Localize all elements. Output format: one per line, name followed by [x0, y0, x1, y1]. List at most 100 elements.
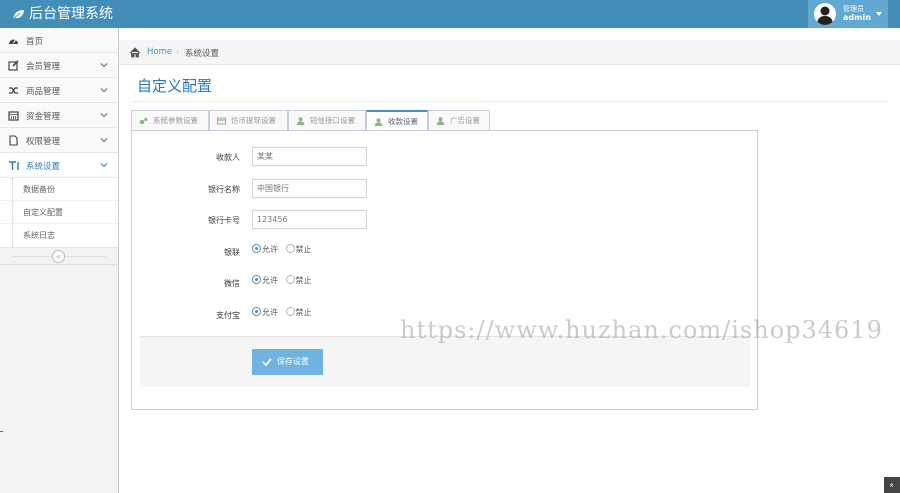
sidebar-item-label: 系统设置	[26, 162, 61, 172]
cogs-icon	[139, 117, 148, 125]
sidebar-item-settings[interactable]: 系统设置	[0, 153, 118, 178]
submenu-item-system-log[interactable]: 系统日志	[0, 224, 118, 247]
radio-dot	[285, 244, 295, 253]
chevron-down-icon	[100, 113, 108, 118]
radio-dot	[285, 275, 295, 284]
breadcrumb: Home › 系统设置	[119, 40, 900, 65]
sidebar-item-label: 资金管理	[26, 112, 61, 122]
leaf-icon	[12, 9, 24, 19]
payment-settings-form: 收款人 银行名称 银行卡号 银联 允许 禁止 微信 允许 禁止 支付宝 允许 禁…	[131, 130, 758, 410]
wechat-radio-group: 允许 禁止	[252, 275, 317, 286]
unionpay-label: 银联	[224, 248, 240, 257]
radio-label: 禁止	[295, 245, 312, 254]
dashboard-icon	[9, 38, 18, 44]
page-title: 自定义配置	[137, 77, 213, 95]
submenu-item-custom-config[interactable]: 自定义配置	[0, 201, 118, 224]
settings-submenu: 数据备份 自定义配置 系统日志	[0, 178, 118, 248]
bank-name-label: 银行名称	[208, 185, 240, 194]
sidebar: 首页 会员管理 商品管理 资金管理 权限管理 系统设置 数据备份 自定义配置 系…	[0, 28, 119, 493]
alipay-radio-group: 允许 禁止	[252, 307, 317, 318]
payee-input[interactable]	[252, 147, 367, 166]
sidebar-collapse-bar: «	[0, 248, 118, 265]
radio-dot	[285, 307, 295, 316]
radio-label: 允许	[262, 276, 278, 285]
check-icon	[262, 358, 272, 367]
sidebar-item-permissions[interactable]: 权限管理	[0, 128, 118, 153]
user-icon	[296, 117, 305, 125]
breadcrumb-current: 系统设置	[185, 49, 220, 59]
tree-line	[12, 201, 13, 223]
tab-label: 仿币提现设置	[231, 116, 276, 125]
chevron-down-icon	[100, 138, 108, 143]
save-settings-button[interactable]: 保存设置	[252, 349, 323, 375]
sidebar-item-label: 首页	[26, 37, 44, 47]
breadcrumb-separator: ›	[176, 47, 180, 56]
unionpay-allow-radio[interactable]: 允许	[252, 244, 278, 255]
tab-label: 系统参数设置	[153, 116, 198, 125]
top-navbar: 后台管理系统 管理员 admin	[0, 0, 900, 28]
tab-system-params[interactable]: 系统参数设置	[131, 110, 209, 131]
wechat-allow-radio[interactable]: 允许	[252, 275, 278, 286]
radio-label: 允许	[262, 245, 278, 254]
chevron-down-icon	[100, 63, 108, 68]
tab-label: 收款设置	[388, 117, 418, 126]
avatar	[814, 3, 836, 25]
chevron-down-icon	[100, 88, 108, 93]
caret-down-icon	[876, 12, 882, 16]
brand[interactable]: 后台管理系统	[12, 0, 113, 28]
radio-label: 禁止	[295, 276, 312, 285]
random-icon	[9, 87, 18, 94]
submenu-item-label: 系统日志	[23, 231, 55, 240]
radio-label: 禁止	[295, 308, 312, 317]
sidebar-item-products[interactable]: 商品管理	[0, 78, 118, 103]
user-menu[interactable]: 管理员 admin	[808, 0, 888, 28]
home-icon	[129, 47, 141, 58]
text-height-icon	[9, 161, 19, 170]
radio-dot	[252, 307, 261, 316]
sidebar-item-funds[interactable]: 资金管理	[0, 103, 118, 128]
breadcrumb-home-link[interactable]: Home	[147, 47, 172, 57]
sidebar-item-label: 权限管理	[26, 137, 61, 147]
divider	[131, 101, 888, 102]
chevron-down-icon	[100, 163, 108, 168]
bank-card-label: 银行卡号	[208, 216, 240, 225]
user-name: admin	[843, 13, 871, 22]
sidebar-item-label: 会员管理	[26, 62, 61, 72]
sidebar-item-members[interactable]: 会员管理	[0, 53, 118, 78]
sidebar-item-home[interactable]: 首页	[0, 28, 118, 53]
unionpay-radio-group: 允许 禁止	[252, 244, 317, 255]
submenu-item-backup[interactable]: 数据备份	[0, 178, 118, 201]
edge-mark	[0, 431, 3, 432]
edit-icon	[8, 60, 19, 71]
credit-card-icon	[217, 117, 226, 125]
calendar-icon	[8, 111, 19, 121]
payee-label: 收款人	[216, 153, 240, 162]
radio-dot	[252, 275, 261, 284]
submenu-item-label: 数据备份	[23, 185, 55, 194]
tab-sms[interactable]: 短信接口设置	[288, 110, 366, 131]
wechat-label: 微信	[224, 279, 240, 288]
alipay-allow-radio[interactable]: 允许	[252, 307, 278, 318]
tab-payment[interactable]: 收款设置	[366, 110, 428, 132]
watermark: https://www.huzhan.com/ishop34619	[400, 316, 883, 344]
submenu-item-label: 自定义配置	[23, 208, 63, 217]
tree-line	[12, 224, 13, 247]
user-icon	[436, 117, 445, 125]
file-icon	[9, 135, 18, 146]
unionpay-deny-radio[interactable]: 禁止	[285, 244, 312, 255]
app-title: 后台管理系统	[29, 6, 113, 22]
tab-label: 广告设置	[450, 116, 480, 125]
collapse-sidebar-button[interactable]: «	[52, 250, 65, 263]
alipay-deny-radio[interactable]: 禁止	[285, 307, 312, 318]
tab-withdraw[interactable]: 仿币提现设置	[209, 110, 288, 131]
tab-ads[interactable]: 广告设置	[428, 110, 490, 131]
bank-card-input[interactable]	[252, 210, 367, 229]
alipay-label: 支付宝	[216, 311, 240, 320]
save-button-label: 保存设置	[277, 357, 309, 366]
tree-line	[12, 178, 13, 200]
radio-label: 允许	[262, 308, 278, 317]
user-icon	[374, 118, 383, 126]
wechat-deny-radio[interactable]: 禁止	[285, 275, 312, 286]
scroll-to-top-button[interactable]: »	[884, 477, 900, 493]
bank-name-input[interactable]	[252, 179, 367, 198]
